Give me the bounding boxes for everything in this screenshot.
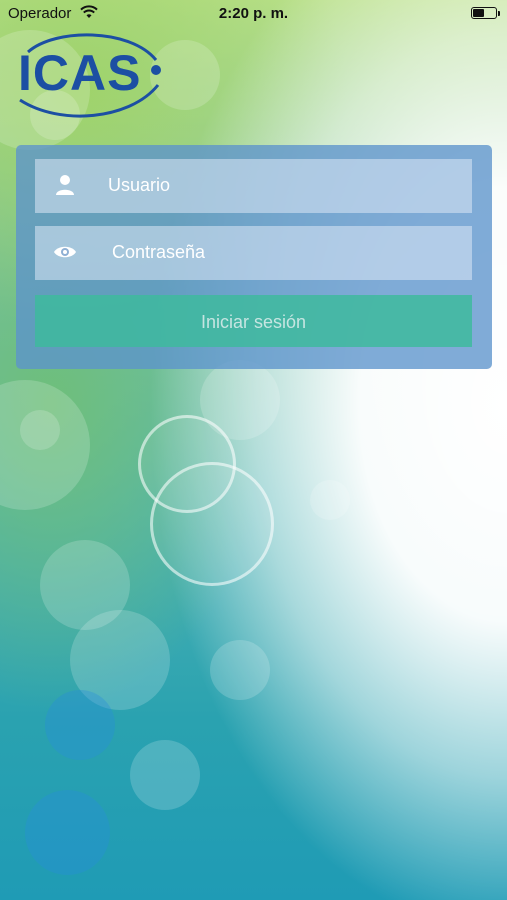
password-placeholder: Contraseña xyxy=(112,242,206,262)
battery-icon xyxy=(471,7,500,19)
status-bar: Operador 2:20 p. m. xyxy=(0,0,507,28)
user-icon xyxy=(56,175,74,195)
login-card: Usuario Contraseña Iniciar sesión xyxy=(16,145,492,369)
login-screen: Operador 2:20 p. m. ICAS Usuario Contras… xyxy=(0,0,507,900)
login-button[interactable]: Iniciar sesión xyxy=(35,295,472,347)
username-field[interactable]: Usuario xyxy=(35,159,472,213)
logo-text: ICAS xyxy=(18,45,142,101)
icas-logo: ICAS xyxy=(10,30,166,120)
eye-icon xyxy=(54,246,76,258)
username-placeholder: Usuario xyxy=(108,175,171,195)
clock: 2:20 p. m. xyxy=(218,5,289,22)
logo-dot xyxy=(151,65,161,75)
password-field[interactable]: Contraseña xyxy=(35,226,472,280)
